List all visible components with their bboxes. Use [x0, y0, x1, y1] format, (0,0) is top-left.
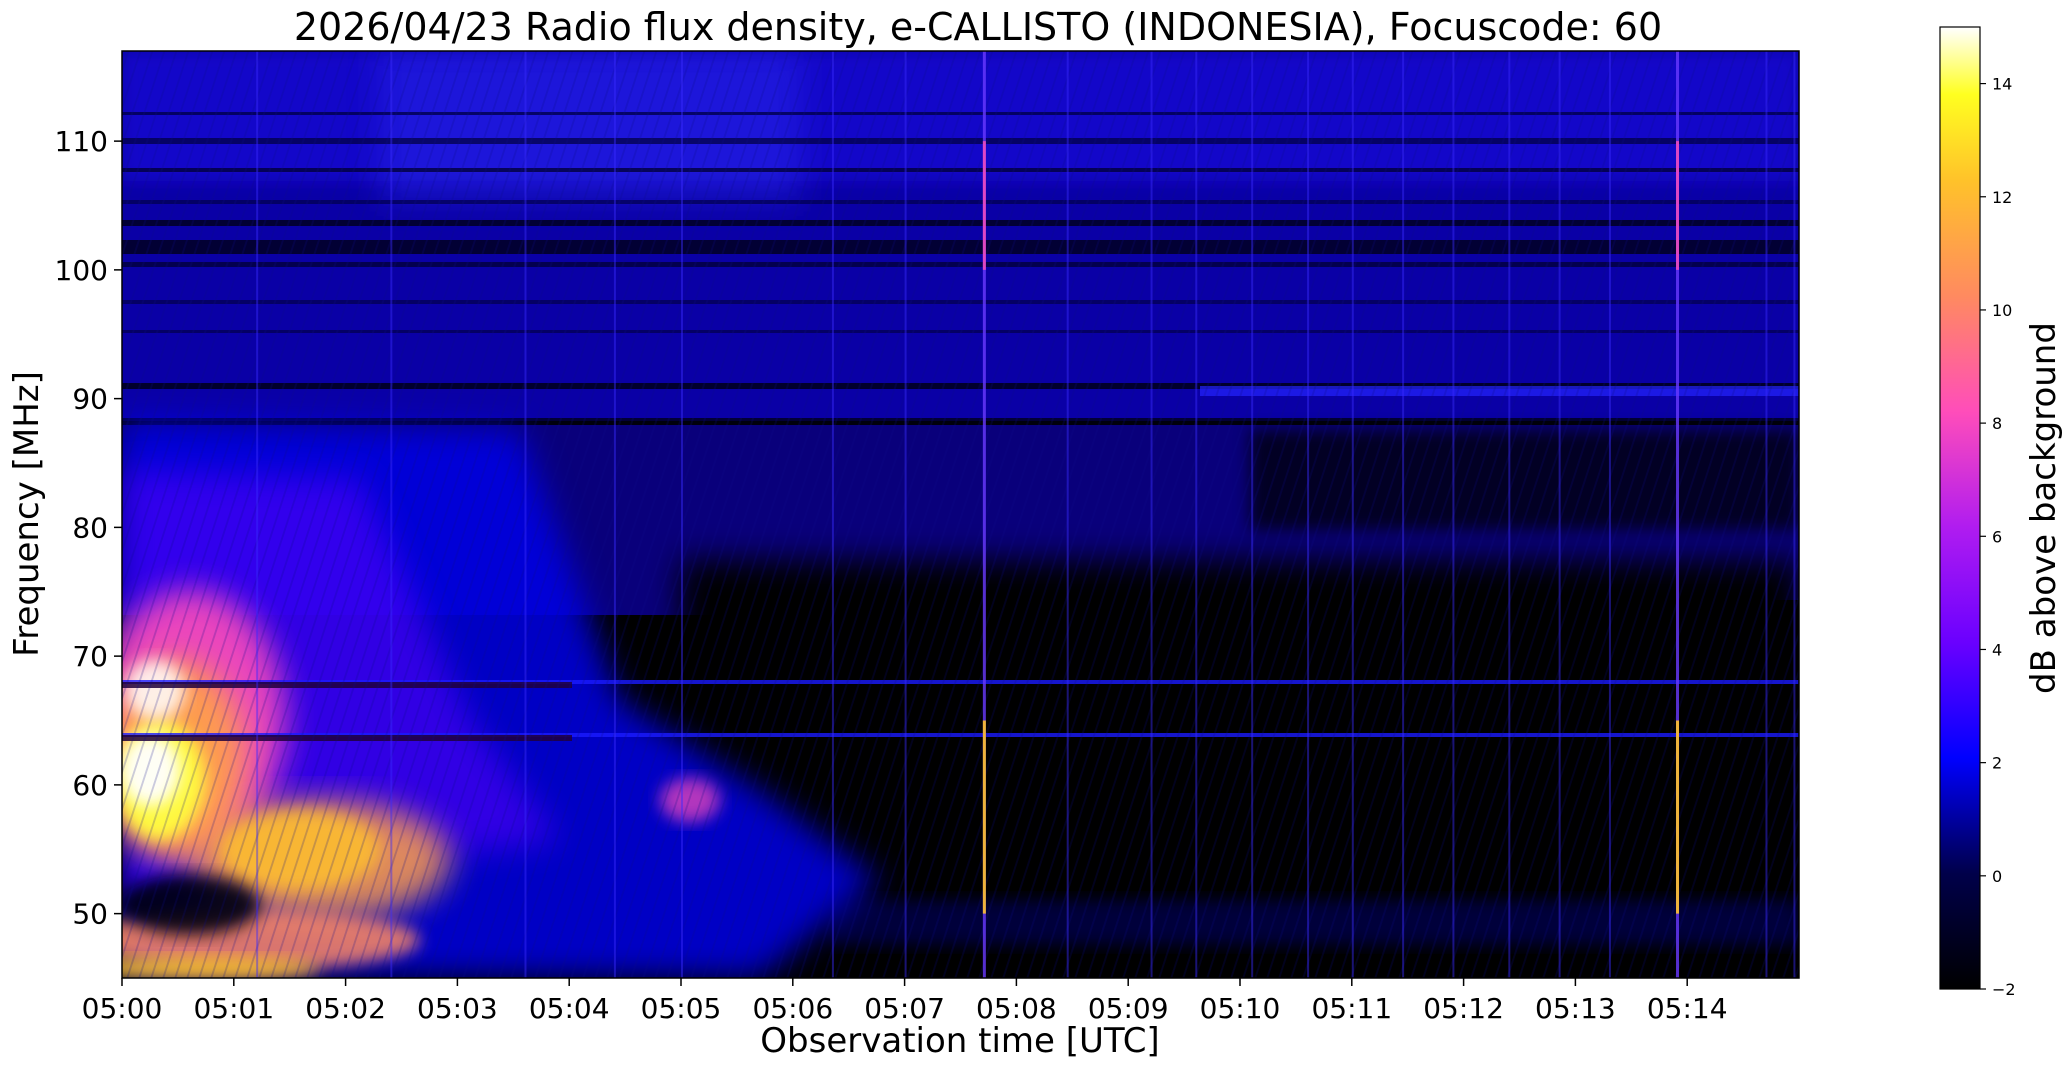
spike-faint — [1508, 51, 1511, 978]
spike-faint — [1251, 51, 1254, 978]
y-tick-label: 100 — [55, 254, 108, 287]
colorbar-label: dB above background — [2024, 322, 2064, 694]
spike-faint — [904, 51, 907, 978]
y-tick-label: 60 — [72, 769, 108, 802]
spike-faint — [390, 51, 393, 978]
y-tick-label: 50 — [72, 898, 108, 931]
colorbar-gradient — [1939, 26, 1981, 990]
spike-faint — [1307, 51, 1310, 978]
spectrogram-figure: 2026/04/23 Radio flux density, e-CALLIST… — [7, 5, 2064, 1061]
spectrogram-plot — [122, 51, 1799, 978]
spike-bright — [1676, 141, 1680, 270]
y-axis-label: Frequency [MHz] — [7, 371, 47, 657]
x-tick-label: 05:02 — [305, 992, 386, 1025]
spike-faint — [524, 51, 527, 978]
x-tick-label: 05:04 — [529, 992, 610, 1025]
chart-title: 2026/04/23 Radio flux density, e-CALLIST… — [294, 5, 1662, 49]
colorbar-tick-label: 10 — [1992, 301, 2012, 320]
y-tick-label: 80 — [72, 511, 108, 544]
spike-faint — [1452, 51, 1455, 978]
spike-faint — [1765, 51, 1768, 978]
y-tick-label: 110 — [55, 125, 108, 158]
colorbar-tick-label: 12 — [1992, 188, 2012, 207]
spike-faint — [1195, 51, 1198, 978]
y-axis: 50 60 70 80 90 100 110 — [55, 125, 122, 931]
spike-bright — [1676, 720, 1680, 914]
colorbar-tick-label: 0 — [1992, 867, 2002, 886]
spike-faint — [1066, 51, 1069, 978]
y-tick-label: 90 — [72, 383, 108, 416]
colorbar-tick-label: 14 — [1992, 75, 2012, 94]
x-axis-label: Observation time [UTC] — [760, 1021, 1159, 1061]
spike-faint — [681, 51, 683, 978]
colorbar: −2 0 2 4 6 8 10 12 14 dB above background — [1939, 26, 2064, 999]
spike-faint — [1402, 51, 1405, 978]
x-tick-label: 05:03 — [417, 992, 498, 1025]
spike-faint — [1150, 51, 1153, 978]
spike-faint — [1558, 51, 1561, 978]
spike-faint — [1608, 51, 1611, 978]
spike-faint — [831, 51, 834, 978]
spike-bright — [982, 720, 986, 914]
x-tick-label: 05:10 — [1200, 992, 1281, 1025]
colorbar-tick-label: 2 — [1992, 754, 2002, 773]
spike-faint — [1351, 51, 1354, 978]
x-tick-label: 05:01 — [193, 992, 274, 1025]
x-tick-label: 05:11 — [1311, 992, 1392, 1025]
colorbar-tick-label: 4 — [1992, 640, 2002, 659]
x-tick-label: 05:00 — [82, 992, 163, 1025]
x-tick-label: 05:05 — [641, 992, 722, 1025]
spike-bright — [982, 141, 986, 270]
x-tick-label: 05:14 — [1647, 992, 1728, 1025]
x-tick-label: 05:12 — [1423, 992, 1504, 1025]
y-tick-label: 70 — [72, 640, 108, 673]
colorbar-tick-label: 8 — [1992, 414, 2002, 433]
spike-faint — [1793, 51, 1796, 978]
spike-faint — [613, 51, 616, 978]
colorbar-tick-label: 6 — [1992, 527, 2002, 546]
colorbar-tick-label: −2 — [1992, 980, 2016, 999]
spike-faint — [256, 51, 259, 978]
colorbar-ticks: −2 0 2 4 6 8 10 12 14 — [1980, 75, 2016, 999]
x-tick-label: 05:13 — [1535, 992, 1616, 1025]
x-axis: 05:00 05:01 05:02 05:03 05:04 05:05 05:06 05:07… — [82, 978, 1728, 1025]
